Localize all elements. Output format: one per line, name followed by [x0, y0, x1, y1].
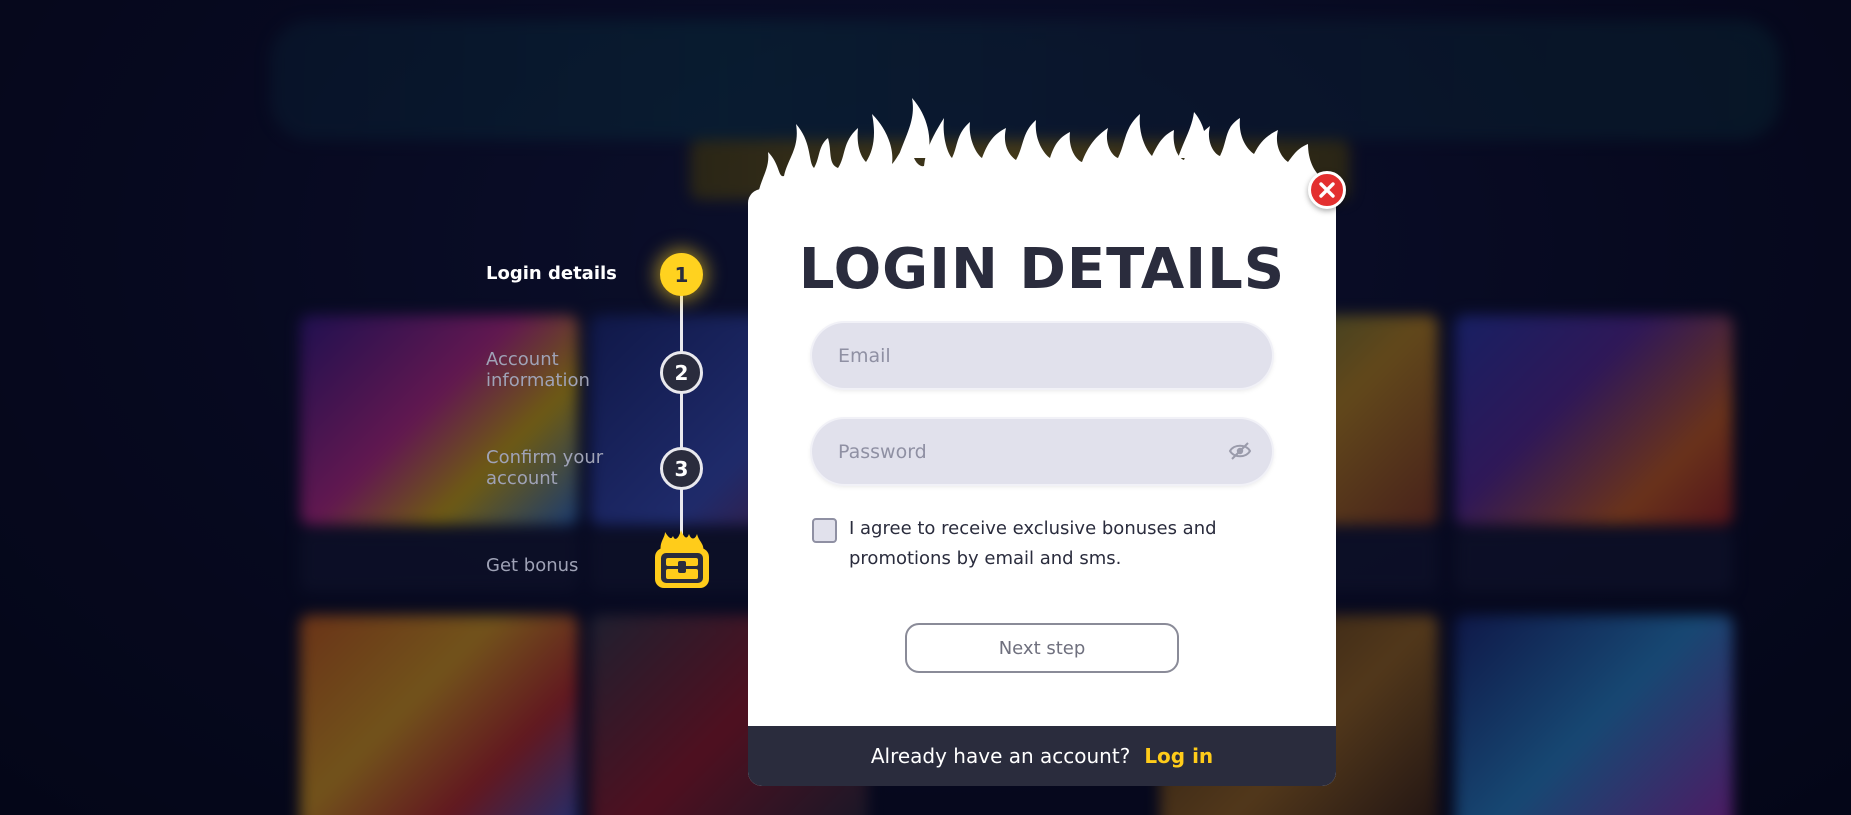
step-circle-3: 3: [660, 447, 703, 490]
step-circle-1: 1: [660, 253, 703, 296]
footer-text: Already have an account?: [870, 744, 1131, 768]
close-modal-button[interactable]: [1308, 171, 1346, 209]
password-field-wrapper: [812, 419, 1272, 484]
stepper-connector-line: [680, 274, 683, 544]
step-label-get-bonus: Get bonus: [486, 555, 579, 576]
treasure-chest-icon: [655, 530, 709, 588]
step-label-login-details: Login details: [486, 263, 617, 284]
consent-checkbox[interactable]: [812, 518, 837, 543]
consent-row: I agree to receive exclusive bonuses and…: [812, 514, 1272, 574]
login-link[interactable]: Log in: [1144, 744, 1213, 768]
modal-title: LOGIN DETAILS: [798, 237, 1286, 302]
step-label-account-information: Account information: [486, 349, 590, 391]
consent-label: I agree to receive exclusive bonuses and…: [849, 518, 1217, 569]
password-input[interactable]: [812, 419, 1272, 484]
registration-modal: LOGIN DETAILS I agree to receive exclusi…: [748, 189, 1336, 786]
email-input[interactable]: [812, 323, 1272, 388]
next-step-button[interactable]: Next step: [905, 623, 1179, 673]
step-circle-2: 2: [660, 351, 703, 394]
flames-decoration: [758, 98, 1332, 194]
eye-slash-icon[interactable]: [1228, 441, 1252, 461]
email-field-wrapper: [812, 323, 1272, 388]
modal-footer: Already have an account? Log in: [748, 726, 1336, 786]
step-label-confirm-account: Confirm your account: [486, 447, 604, 489]
close-icon: [1319, 182, 1335, 198]
